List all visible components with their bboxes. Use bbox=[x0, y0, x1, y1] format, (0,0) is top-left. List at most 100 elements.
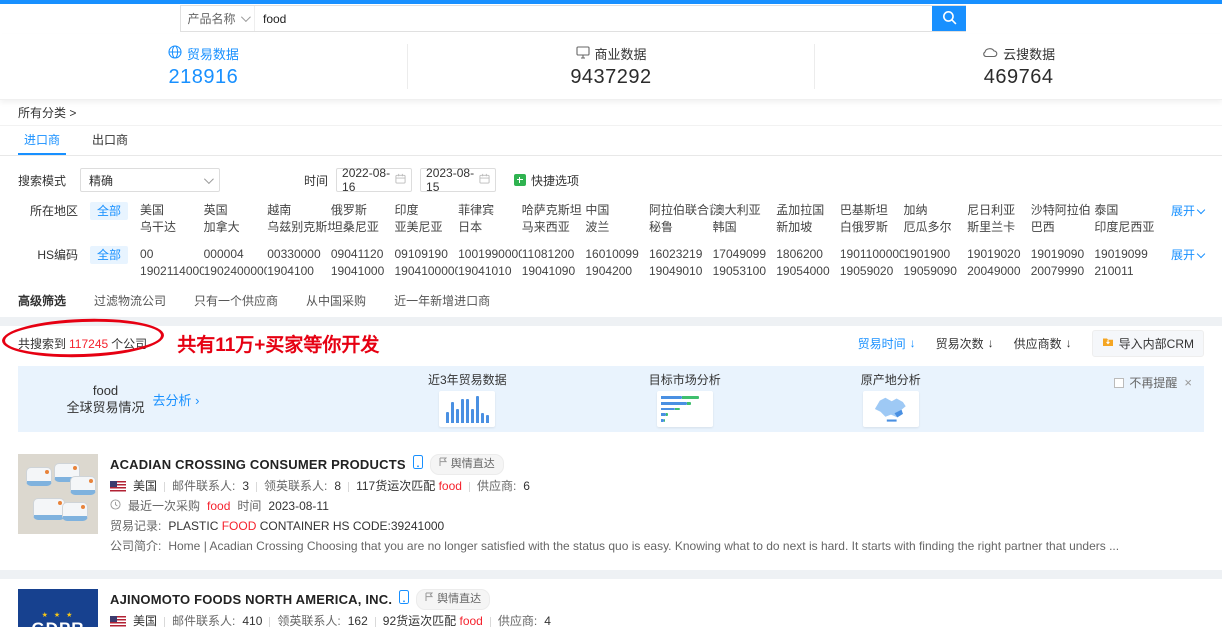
sentiment-pill[interactable]: 舆情直达 bbox=[416, 589, 490, 610]
advanced-filter[interactable]: 近一年新增进口商 bbox=[394, 292, 490, 309]
region-name[interactable]: 沙特阿拉伯 bbox=[1031, 202, 1095, 219]
region-item[interactable]: 澳大利亚 韩国 bbox=[713, 202, 777, 236]
hscode-value[interactable]: 1904200 bbox=[585, 263, 649, 280]
region-name[interactable]: 新加坡 bbox=[776, 219, 840, 236]
hscode-value[interactable]: 19041010 bbox=[458, 263, 522, 280]
hscode-value[interactable]: 19054000 bbox=[776, 263, 840, 280]
hscode-value[interactable]: 000004 bbox=[204, 246, 268, 263]
company-name[interactable]: ACADIAN CROSSING CONSUMER PRODUCTS bbox=[110, 456, 406, 473]
advanced-filter[interactable]: 高级筛选 bbox=[18, 292, 66, 309]
search-button[interactable] bbox=[932, 6, 966, 31]
region-expand-button[interactable]: 展开 bbox=[1158, 202, 1204, 220]
region-item[interactable]: 哈萨克斯坦 马来西亚 bbox=[522, 202, 586, 236]
sentiment-pill[interactable]: 舆情直达 bbox=[430, 454, 504, 475]
hscode-item[interactable]: 09109190 1904100000 bbox=[395, 246, 459, 280]
region-name[interactable]: 英国 bbox=[204, 202, 268, 219]
hscode-value[interactable]: 1904100000 bbox=[395, 263, 459, 280]
hscode-item[interactable]: 00330000 1904100 bbox=[267, 246, 331, 280]
hscode-value[interactable]: 1904100 bbox=[267, 263, 331, 280]
hscode-item[interactable]: 1901900 19059090 bbox=[904, 246, 968, 280]
hscode-value[interactable]: 19059020 bbox=[840, 263, 904, 280]
region-name[interactable]: 秘鲁 bbox=[649, 219, 713, 236]
stat-business-data[interactable]: 商业数据 9437292 bbox=[407, 44, 815, 89]
close-icon[interactable]: × bbox=[1184, 375, 1192, 390]
hscode-value[interactable]: 17049099 bbox=[713, 246, 777, 263]
hscode-item[interactable]: 00 1902114000 bbox=[140, 246, 204, 280]
region-name[interactable]: 乌干达 bbox=[140, 219, 204, 236]
search-mode-select[interactable]: 精确 bbox=[80, 168, 220, 192]
advanced-filter[interactable]: 从中国采购 bbox=[306, 292, 366, 309]
breadcrumb[interactable]: 所有分类 > bbox=[0, 100, 1222, 126]
region-name[interactable]: 美国 bbox=[140, 202, 204, 219]
phone-icon[interactable] bbox=[413, 455, 423, 474]
hscode-expand-button[interactable]: 展开 bbox=[1158, 246, 1204, 264]
region-name[interactable]: 尼日利亚 bbox=[967, 202, 1031, 219]
region-name[interactable]: 巴基斯坦 bbox=[840, 202, 904, 219]
region-name[interactable]: 亚美尼亚 bbox=[395, 219, 459, 236]
hscode-value[interactable]: 1902114000 bbox=[140, 263, 204, 280]
tab-importers[interactable]: 进口商 bbox=[18, 126, 66, 155]
region-item[interactable]: 越南 乌兹别克斯坦 bbox=[267, 202, 331, 236]
sort-option[interactable]: 供应商数 ↓ bbox=[1014, 335, 1072, 352]
sort-option[interactable]: 贸易时间 ↓ bbox=[858, 335, 916, 352]
region-name[interactable]: 加拿大 bbox=[204, 219, 268, 236]
date-from-input[interactable]: 2022-08-16 bbox=[336, 168, 412, 192]
region-name[interactable]: 坦桑尼亚 bbox=[331, 219, 395, 236]
region-item[interactable]: 巴基斯坦 白俄罗斯 bbox=[840, 202, 904, 236]
hscode-all-chip[interactable]: 全部 bbox=[90, 246, 128, 264]
region-item[interactable]: 泰国 印度尼西亚 bbox=[1094, 202, 1158, 236]
region-item[interactable]: 加纳 厄瓜多尔 bbox=[904, 202, 968, 236]
hscode-value[interactable]: 11081200 bbox=[522, 246, 586, 263]
import-crm-button[interactable]: 导入内部CRM bbox=[1092, 330, 1204, 357]
region-item[interactable]: 俄罗斯 坦桑尼亚 bbox=[331, 202, 395, 236]
hscode-value[interactable]: 19049010 bbox=[649, 263, 713, 280]
region-item[interactable]: 英国 加拿大 bbox=[204, 202, 268, 236]
target-market-thumb[interactable]: 目标市场分析 bbox=[649, 371, 721, 427]
company-name[interactable]: AJINOMOTO FOODS NORTH AMERICA, INC. bbox=[110, 591, 392, 608]
region-name[interactable]: 哈萨克斯坦 bbox=[522, 202, 586, 219]
hscode-value[interactable]: 19041000 bbox=[331, 263, 395, 280]
stat-cloud-search-data[interactable]: 云搜数据 469764 bbox=[814, 44, 1222, 89]
hscode-value[interactable]: 20079990 bbox=[1031, 263, 1095, 280]
hscode-item[interactable]: 1806200 19054000 bbox=[776, 246, 840, 280]
hscode-value[interactable]: 20049000 bbox=[967, 263, 1031, 280]
hscode-value[interactable]: 1901900 bbox=[904, 246, 968, 263]
region-item[interactable]: 尼日利亚 斯里兰卡 bbox=[967, 202, 1031, 236]
hscode-item[interactable]: 19019020 20049000 bbox=[967, 246, 1031, 280]
region-name[interactable]: 日本 bbox=[458, 219, 522, 236]
region-name[interactable]: 波兰 bbox=[585, 219, 649, 236]
hscode-value[interactable]: 19059090 bbox=[904, 263, 968, 280]
region-name[interactable]: 泰国 bbox=[1094, 202, 1158, 219]
hscode-value[interactable]: 19019090 bbox=[1031, 246, 1095, 263]
region-name[interactable]: 中国 bbox=[585, 202, 649, 219]
region-all-chip[interactable]: 全部 bbox=[90, 202, 128, 220]
region-name[interactable]: 巴西 bbox=[1031, 219, 1095, 236]
hscode-value[interactable]: 210011 bbox=[1094, 263, 1158, 280]
region-name[interactable]: 白俄罗斯 bbox=[840, 219, 904, 236]
region-item[interactable]: 沙特阿拉伯 巴西 bbox=[1031, 202, 1095, 236]
hscode-value[interactable]: 09109190 bbox=[395, 246, 459, 263]
region-name[interactable]: 印度 bbox=[395, 202, 459, 219]
origin-analysis-thumb[interactable]: 原产地分析 bbox=[861, 371, 921, 427]
analyze-link[interactable]: 去分析 › bbox=[153, 390, 200, 409]
region-name[interactable]: 马来西亚 bbox=[522, 219, 586, 236]
product-type-select[interactable]: 产品名称 bbox=[181, 6, 255, 31]
region-name[interactable]: 孟加拉国 bbox=[776, 202, 840, 219]
sort-option[interactable]: 贸易次数 ↓ bbox=[936, 335, 994, 352]
advanced-filter[interactable]: 只有一个供应商 bbox=[194, 292, 278, 309]
hscode-value[interactable]: 19053100 bbox=[713, 263, 777, 280]
hscode-item[interactable]: 16010099 1904200 bbox=[585, 246, 649, 280]
date-to-input[interactable]: 2023-08-15 bbox=[420, 168, 496, 192]
region-item[interactable]: 阿拉伯联合酋... 秘鲁 bbox=[649, 202, 713, 236]
stat-trade-data[interactable]: 贸易数据 218916 bbox=[0, 44, 407, 89]
hscode-item[interactable]: 09041120 19041000 bbox=[331, 246, 395, 280]
hscode-item[interactable]: 000004 1902400000 bbox=[204, 246, 268, 280]
hscode-item[interactable]: 19019090 20079990 bbox=[1031, 246, 1095, 280]
region-name[interactable]: 厄瓜多尔 bbox=[904, 219, 968, 236]
hscode-value[interactable]: 19019099 bbox=[1094, 246, 1158, 263]
hscode-value[interactable]: 1806200 bbox=[776, 246, 840, 263]
phone-icon[interactable] bbox=[399, 590, 409, 609]
hscode-value[interactable]: 16010099 bbox=[585, 246, 649, 263]
hscode-value[interactable]: 09041120 bbox=[331, 246, 395, 263]
region-name[interactable]: 阿拉伯联合酋... bbox=[649, 202, 713, 219]
